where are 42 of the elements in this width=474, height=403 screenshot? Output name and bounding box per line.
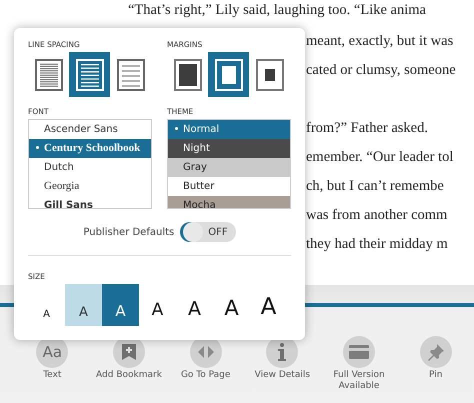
book-text: was from another comm <box>306 207 448 223</box>
book-text: from?” Father asked. <box>306 120 428 136</box>
book-text: ch, but I can’t remembe <box>306 178 444 194</box>
size-option[interactable]: A <box>65 284 102 326</box>
text-icon: Aa <box>42 344 62 360</box>
line-spacing-icon <box>116 58 144 90</box>
left-right-arrows-icon <box>196 345 215 359</box>
line-spacing-option[interactable] <box>69 52 110 97</box>
theme-option[interactable]: Mocha <box>168 196 290 208</box>
line-spacing-icon <box>76 58 104 90</box>
info-icon <box>278 343 286 361</box>
book-text: cated or clumsy, someone <box>306 62 456 78</box>
credit-card-icon <box>349 345 370 359</box>
pin-icon <box>426 343 445 361</box>
theme-option[interactable]: Night <box>168 139 290 158</box>
book-text: they had their midday m <box>306 236 448 252</box>
margin-icon <box>256 58 284 90</box>
theme-option[interactable]: Gray <box>168 158 290 177</box>
size-option[interactable]: A <box>213 284 250 326</box>
margin-option[interactable] <box>208 52 249 97</box>
margin-icon <box>174 58 202 90</box>
font-option[interactable]: Dutch <box>29 158 151 177</box>
book-text: “That’s right,” Lily said, laughing too. “Like anima <box>128 2 426 18</box>
font-option[interactable]: Century Schoolbook <box>29 139 151 158</box>
font-option[interactable]: Georgia <box>29 177 151 196</box>
publisher-defaults-label: Publisher Defaults <box>83 226 174 238</box>
size-option[interactable]: A <box>102 284 139 326</box>
line-spacing-icon <box>34 58 62 90</box>
size-option[interactable]: A <box>176 284 213 326</box>
font-option[interactable]: Gill Sans <box>29 196 151 208</box>
book-text: emember. “Our leader tol <box>306 149 454 165</box>
toggle-switch[interactable]: OFF <box>180 222 236 242</box>
size-option[interactable]: A <box>28 284 65 326</box>
book-text: meant, exactly, but it was <box>306 33 454 49</box>
size-option[interactable]: A <box>250 284 287 326</box>
theme-option[interactable]: Normal <box>168 120 290 139</box>
bookmark-add-icon <box>122 344 136 360</box>
margin-icon <box>214 58 242 90</box>
toolbar-button[interactable]: Full Version Available <box>320 336 398 392</box>
size-option[interactable]: A <box>139 284 176 326</box>
toolbar-button[interactable]: Pin <box>397 336 474 392</box>
font-option[interactable]: Ascender Sans <box>29 120 151 139</box>
